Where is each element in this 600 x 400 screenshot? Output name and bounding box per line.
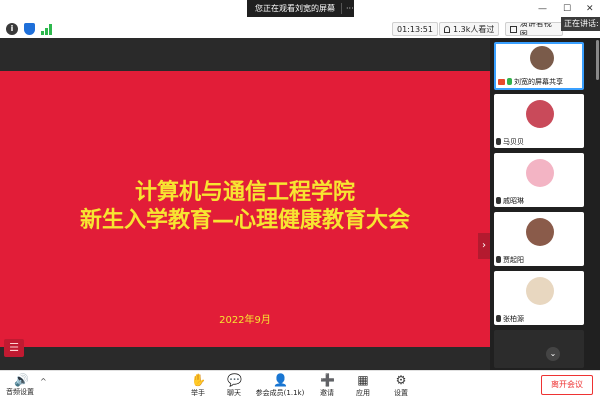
participant-tile[interactable]: 张柏源: [494, 271, 584, 325]
viewers-count: 1.3k人看过: [453, 24, 495, 34]
notice-divider: [341, 3, 342, 14]
presenter-view-icon: [510, 25, 517, 33]
audio-menu-caret-icon[interactable]: ^: [40, 377, 47, 386]
shield-icon[interactable]: [24, 23, 35, 35]
participant-name-text: 马贝贝: [503, 137, 524, 146]
mic-icon: [496, 197, 501, 204]
presentation-slide: 计算机与通信工程学院 新生入学教育—心理健康教育大会 2022年9月: [0, 71, 490, 347]
raise-hand-label: 举手: [191, 389, 205, 397]
signal-icon[interactable]: [41, 23, 53, 35]
slide-date: 2022年9月: [219, 315, 271, 326]
apps-icon: ▦: [357, 373, 369, 387]
panel-scrollbar[interactable]: [596, 40, 599, 80]
participant-tile[interactable]: 戚昭琳: [494, 153, 584, 207]
close-icon[interactable]: ✕: [586, 4, 594, 14]
invite-button[interactable]: ➕ 邀请: [307, 373, 347, 398]
list-menu-icon[interactable]: ☰: [4, 339, 24, 357]
mic-icon: [496, 256, 501, 263]
slide-title-line2: 新生入学教育—心理健康教育大会: [79, 208, 410, 233]
top-toolbar: i 01:13:51 1.3k人看过 演讲者视图: [0, 20, 600, 38]
presenter-view-label: 演讲者视图: [519, 22, 552, 36]
meeting-window: 您正在观看刘宽的屏幕 ··· — ☐ ✕ i 01:13:51 1.3k人看过 …: [0, 0, 600, 400]
screen-share-notice[interactable]: 您正在观看刘宽的屏幕 ···: [247, 0, 354, 17]
viewers-button[interactable]: 1.3k人看过: [439, 22, 500, 36]
collapse-panel-button[interactable]: ›: [478, 233, 490, 259]
apps-label: 应用: [356, 389, 370, 397]
participant-panel: 刘宽的屏幕共享 马贝贝 戚昭琳 贾起阳 张柏源: [490, 38, 600, 370]
chat-label: 聊天: [227, 389, 241, 397]
participant-name-text: 刘宽的屏幕共享: [514, 77, 563, 86]
invite-icon: ➕: [320, 373, 335, 387]
participant-name: 刘宽的屏幕共享: [498, 76, 563, 87]
presenter-view-button[interactable]: 演讲者视图: [505, 22, 563, 36]
apps-button[interactable]: ▦ 应用: [343, 373, 383, 398]
participant-name-text: 戚昭琳: [503, 196, 524, 205]
mic-icon: [496, 315, 501, 322]
meeting-timer: 01:13:51: [392, 22, 438, 36]
participant-name: 马贝贝: [496, 136, 524, 147]
participant-tile[interactable]: 刘宽的屏幕共享: [494, 42, 584, 90]
participants-button[interactable]: 👤 参会成员(1.1k): [252, 373, 308, 398]
invite-label: 邀请: [320, 389, 334, 397]
mic-icon: [507, 78, 512, 85]
mic-icon: [496, 138, 501, 145]
settings-button[interactable]: ⚙ 设置: [381, 373, 421, 398]
avatar: [526, 218, 554, 246]
participants-icon: 👤: [273, 373, 288, 387]
participant-tile[interactable]: 马贝贝: [494, 94, 584, 148]
shared-screen-area: 计算机与通信工程学院 新生入学教育—心理健康教育大会 2022年9月 ☰ ›: [0, 38, 490, 370]
screen-share-icon: [498, 78, 505, 85]
viewers-icon: [444, 25, 450, 33]
participant-name-text: 张柏源: [503, 314, 524, 323]
more-options-icon[interactable]: ···: [346, 4, 354, 13]
speaking-indicator: 正在讲话:: [561, 17, 600, 31]
info-icon[interactable]: i: [6, 23, 18, 35]
avatar: [526, 277, 554, 305]
participant-name-text: 贾起阳: [503, 255, 524, 264]
meeting-timer-text: 01:13:51: [397, 24, 433, 34]
avatar: [526, 100, 554, 128]
leave-meeting-button[interactable]: 离开会议: [541, 375, 593, 395]
participant-tile[interactable]: [494, 330, 584, 368]
settings-label: 设置: [394, 389, 408, 397]
scroll-down-icon[interactable]: ⌄: [546, 347, 560, 361]
hand-icon: ✋: [191, 373, 206, 387]
participant-name: 张柏源: [496, 313, 524, 324]
chat-icon: 💬: [227, 373, 242, 387]
gear-icon: ⚙: [395, 373, 407, 387]
participant-tile[interactable]: 贾起阳: [494, 212, 584, 266]
audio-settings-label: 音频设置: [6, 388, 34, 396]
avatar: [526, 159, 554, 187]
screen-share-notice-text: 您正在观看刘宽的屏幕: [255, 4, 335, 13]
raise-hand-button[interactable]: ✋ 举手: [178, 373, 218, 398]
maximize-icon[interactable]: ☐: [563, 4, 571, 14]
chat-button[interactable]: 💬 聊天: [214, 373, 254, 398]
bottom-control-bar: 🔊 音频设置 ^ ✋ 举手 💬 聊天 👤 参会成员(1.1k) ➕ 邀请 ▦ 应…: [0, 370, 600, 400]
minimize-icon[interactable]: —: [538, 4, 547, 14]
speaker-icon: 🔊: [14, 373, 29, 387]
avatar: [530, 46, 554, 70]
participants-label: 参会成员(1.1k): [255, 389, 305, 397]
participant-name: 戚昭琳: [496, 195, 524, 206]
participant-name: 贾起阳: [496, 254, 524, 265]
